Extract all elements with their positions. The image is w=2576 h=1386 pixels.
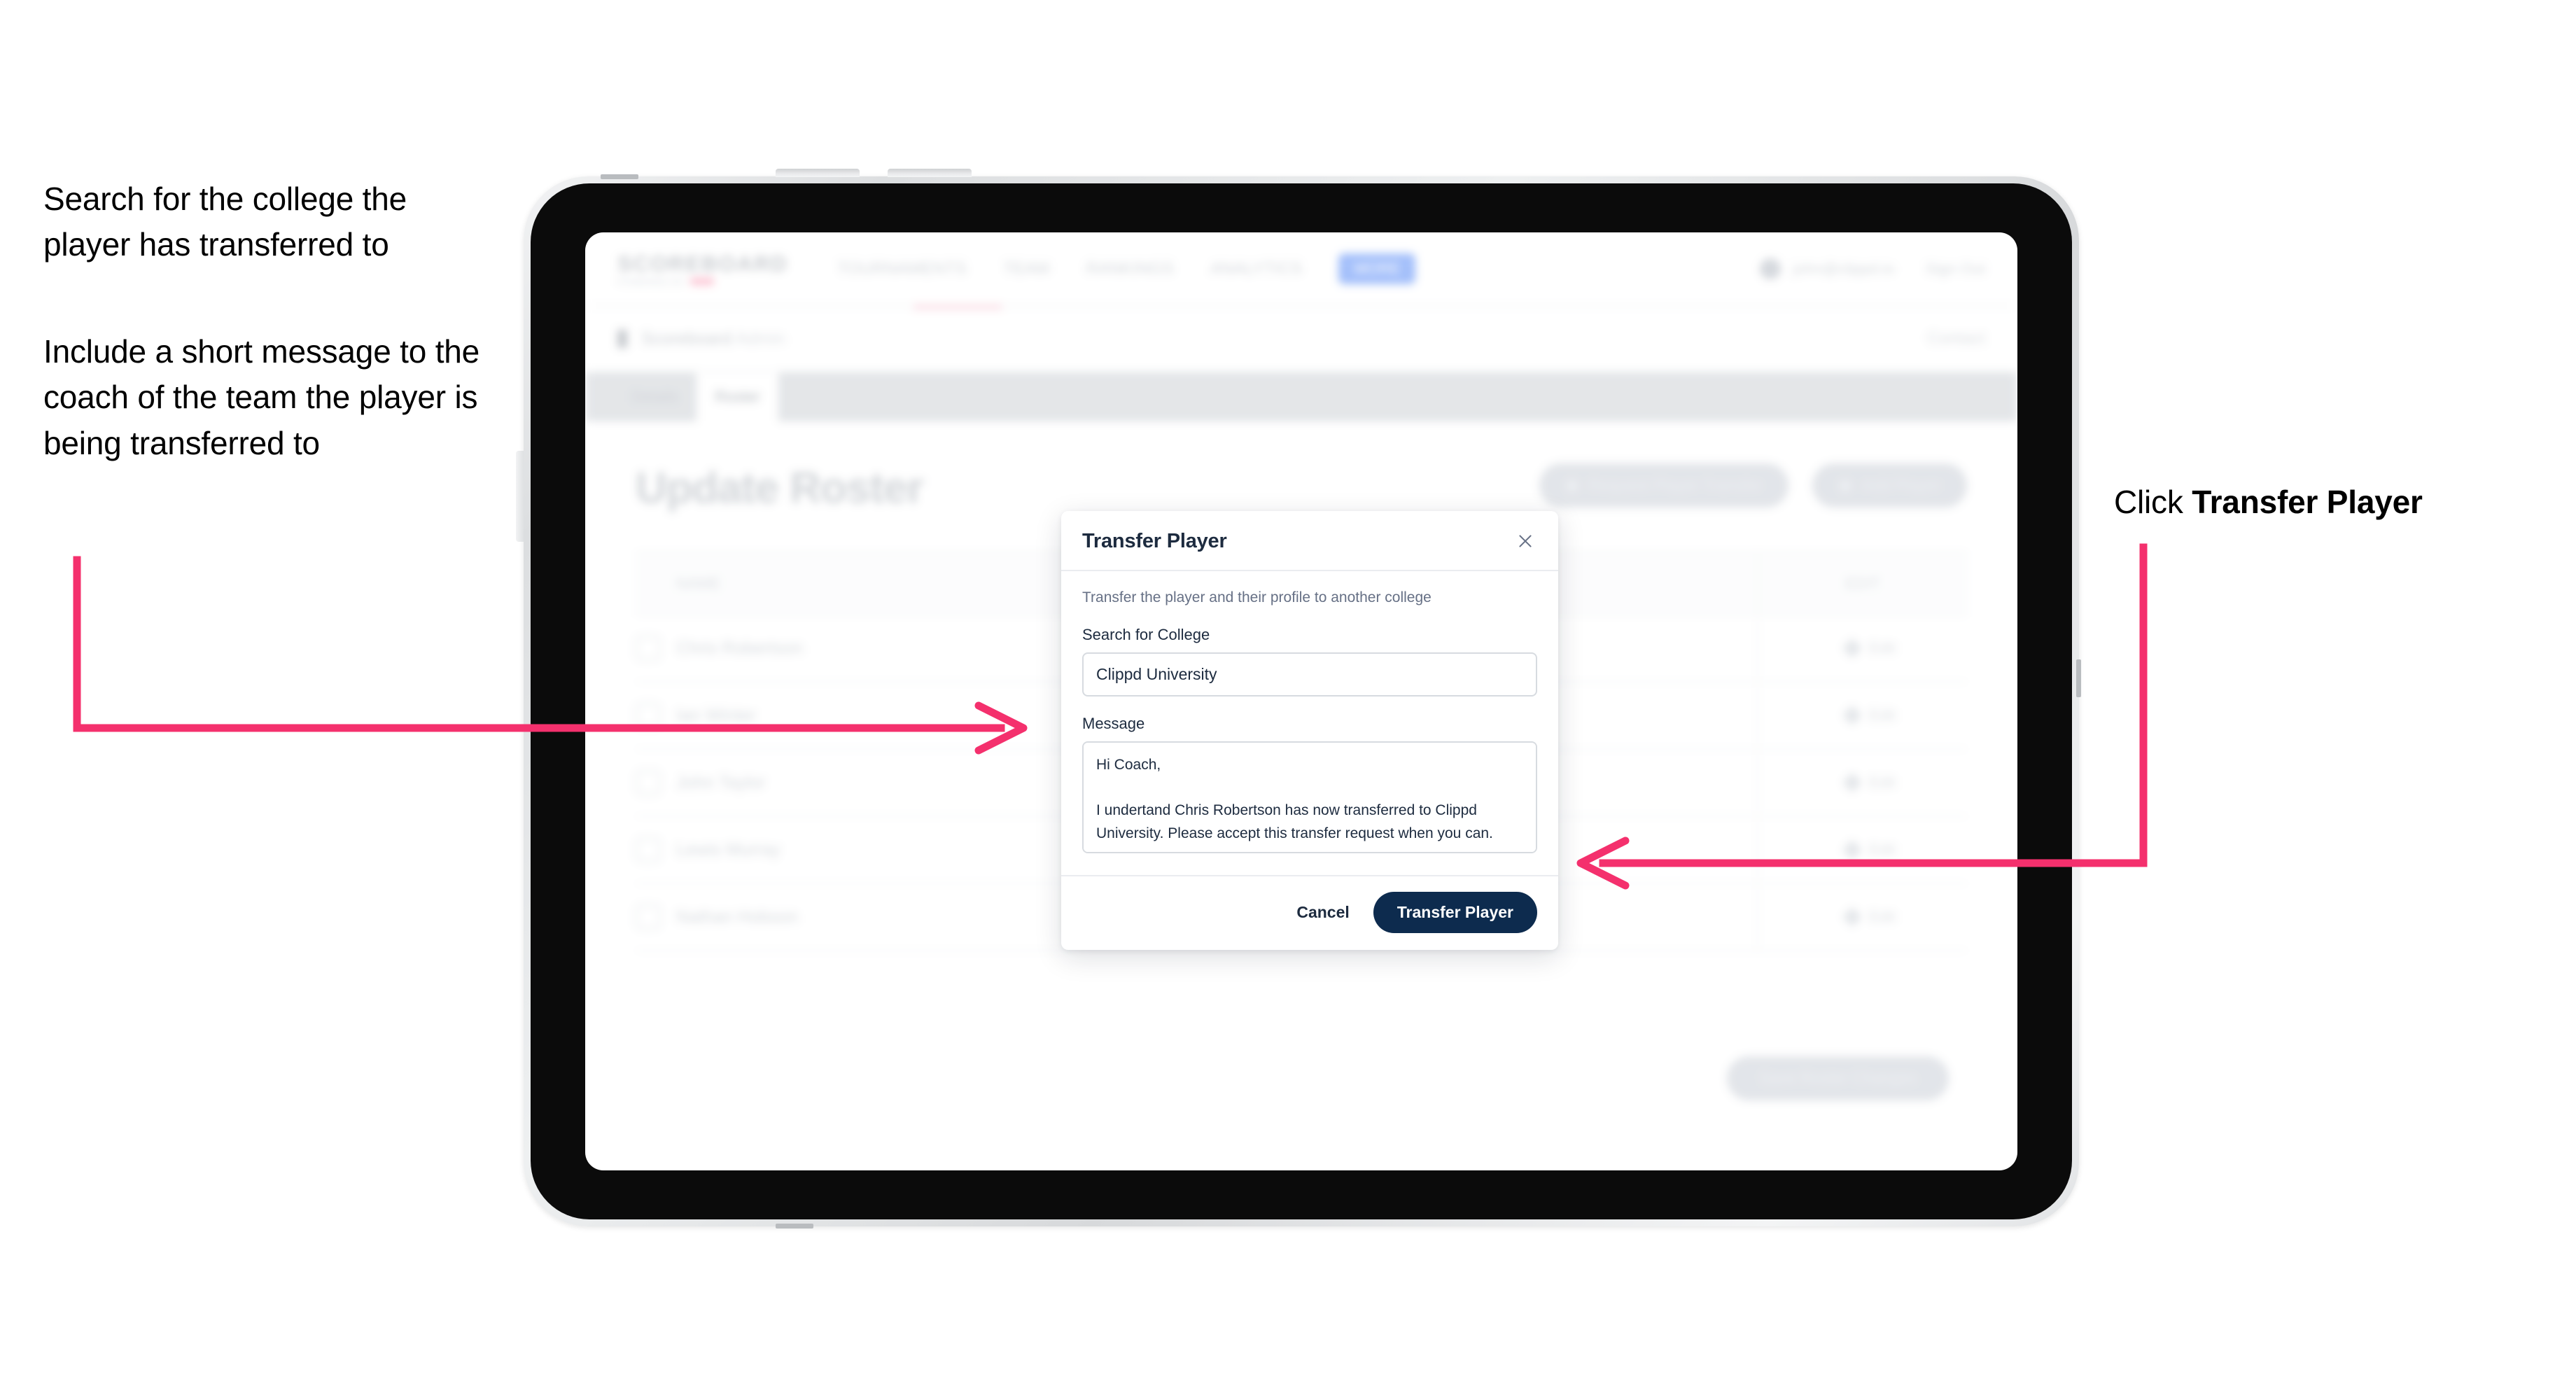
edit-label: Edit [1869, 639, 1896, 657]
tab-roster[interactable]: Roster [696, 372, 779, 421]
pencil-icon [1842, 638, 1863, 659]
field-spacer [1082, 696, 1537, 715]
page-header-row: Update Roster Request Player Transfer Ad… [636, 463, 1967, 513]
close-icon[interactable] [1513, 529, 1537, 553]
antenna-band-top [601, 174, 638, 179]
nav-user-email[interactable]: john@clippd.io [1793, 260, 1895, 278]
pencil-icon [1842, 772, 1863, 793]
volume-down-button[interactable] [888, 169, 972, 177]
message-field-label: Message [1082, 715, 1145, 732]
save-row: Save Roster Changes [636, 1056, 1967, 1100]
brand-subtitle: POWERED BY [617, 276, 788, 287]
annotation-click-transfer-player: Click Transfer Player [2114, 479, 2548, 525]
tab-details[interactable]: Details [613, 372, 696, 421]
annotation-right-prefix: Click [2114, 484, 2192, 520]
request-player-transfer-label: Request Player Transfer [1588, 476, 1763, 494]
brand-powered-by-text: POWERED BY [617, 276, 687, 287]
row-checkbox-cell[interactable] [636, 904, 676, 930]
pencil-icon [1842, 839, 1863, 860]
nav-link-rankings[interactable]: RANKINGS [1086, 259, 1173, 279]
nav-links: TOURNAMENTS TEAM RANKINGS ANALYTICS MORE [837, 253, 1416, 284]
modal-footer: Cancel Transfer Player [1061, 875, 1558, 950]
row-edit-action[interactable]: Edit [1757, 682, 1967, 748]
annotation-search-college: Search for the college the player has tr… [43, 181, 407, 263]
column-header-edit: EDIT [1757, 554, 1967, 614]
annotation-right-bold: Transfer Player [2192, 484, 2423, 520]
add-player-label: Add Player [1861, 476, 1940, 494]
row-edit-action[interactable]: Edit [1757, 817, 1967, 883]
college-field-label: Search for College [1082, 626, 1210, 643]
tablet-device-frame: SCOREBOARD POWERED BY TOURNAMENTS TEAM R… [516, 169, 2081, 1228]
power-button[interactable] [516, 451, 524, 542]
volume-up-button[interactable] [776, 169, 860, 177]
transfer-player-modal: Transfer Player Transfer the player and … [1061, 511, 1558, 950]
nav-link-team[interactable]: TEAM [1003, 259, 1050, 279]
breadcrumb-icon [617, 330, 627, 348]
request-player-transfer-button[interactable]: Request Player Transfer [1539, 463, 1789, 507]
edit-label: Edit [1869, 841, 1896, 858]
page-header-buttons: Request Player Transfer Add Player [1539, 463, 1967, 507]
checkbox[interactable] [636, 770, 661, 795]
nav-link-analytics[interactable]: ANALYTICS [1210, 259, 1303, 279]
row-checkbox-cell[interactable] [636, 770, 676, 795]
row-edit-action[interactable]: Edit [1757, 884, 1967, 950]
page-title: Update Roster [636, 464, 924, 512]
save-roster-changes-button[interactable]: Save Roster Changes [1726, 1056, 1949, 1100]
antenna-band-bottom [776, 1224, 813, 1228]
search-college-input[interactable] [1082, 652, 1537, 696]
breadcrumb-text: Scoreboard [641, 328, 732, 349]
breadcrumb-bar: Scoreboard Admin Contact [585, 307, 2017, 372]
row-checkbox-cell[interactable] [636, 837, 676, 862]
breadcrumb-right-link[interactable]: Contact [1927, 329, 1985, 349]
brand-accent-mark [690, 278, 715, 285]
brand-name: SCOREBOARD [617, 251, 788, 276]
edit-label: Edit [1869, 774, 1896, 791]
nav-active-underline [913, 305, 1002, 309]
add-player-button[interactable]: Add Player [1812, 463, 1967, 507]
nav-sign-out-link[interactable]: Sign Out [1925, 260, 1985, 278]
brand-logo[interactable]: SCOREBOARD POWERED BY [617, 251, 788, 287]
transfer-player-button[interactable]: Transfer Player [1373, 892, 1537, 933]
tablet-inner-bezel: SCOREBOARD POWERED BY TOURNAMENTS TEAM R… [531, 183, 2072, 1219]
transfer-icon [1566, 479, 1579, 492]
row-edit-action[interactable]: Edit [1757, 615, 1967, 681]
row-edit-action[interactable]: Edit [1757, 750, 1967, 816]
modal-title: Transfer Player [1082, 529, 1227, 552]
annotation-include-message: Include a short message to the coach of … [43, 333, 480, 461]
row-checkbox-cell[interactable] [636, 703, 676, 728]
pencil-icon [1842, 705, 1863, 726]
tablet-screen: SCOREBOARD POWERED BY TOURNAMENTS TEAM R… [585, 232, 2017, 1170]
top-navigation-bar: SCOREBOARD POWERED BY TOURNAMENTS TEAM R… [585, 232, 2017, 307]
nav-link-tournaments[interactable]: TOURNAMENTS [837, 259, 967, 279]
nav-link-more[interactable]: MORE [1338, 253, 1416, 284]
cancel-button[interactable]: Cancel [1292, 896, 1353, 929]
modal-header: Transfer Player [1061, 511, 1558, 571]
breadcrumb[interactable]: Scoreboard Admin [641, 329, 785, 349]
checkbox[interactable] [636, 703, 661, 728]
edit-label: Edit [1869, 706, 1896, 724]
checkbox[interactable] [636, 636, 661, 661]
nav-right-group: john@clippd.io Sign Out [1759, 258, 1985, 279]
edit-label: Edit [1869, 908, 1896, 925]
pencil-icon [1842, 906, 1863, 927]
checkbox[interactable] [636, 837, 661, 862]
message-textarea[interactable]: Hi Coach, I undertand Chris Robertson ha… [1082, 741, 1537, 853]
checkbox[interactable] [636, 904, 661, 930]
breadcrumb-sub: Admin [735, 328, 785, 349]
avatar[interactable] [1759, 258, 1781, 279]
antenna-band-right [2076, 659, 2081, 697]
row-checkbox-cell[interactable] [636, 636, 676, 661]
plus-icon [1839, 479, 1852, 492]
section-tabs: Details Roster [585, 372, 2017, 421]
modal-body: Transfer the player and their profile to… [1061, 571, 1558, 875]
modal-description: Transfer the player and their profile to… [1082, 589, 1432, 606]
